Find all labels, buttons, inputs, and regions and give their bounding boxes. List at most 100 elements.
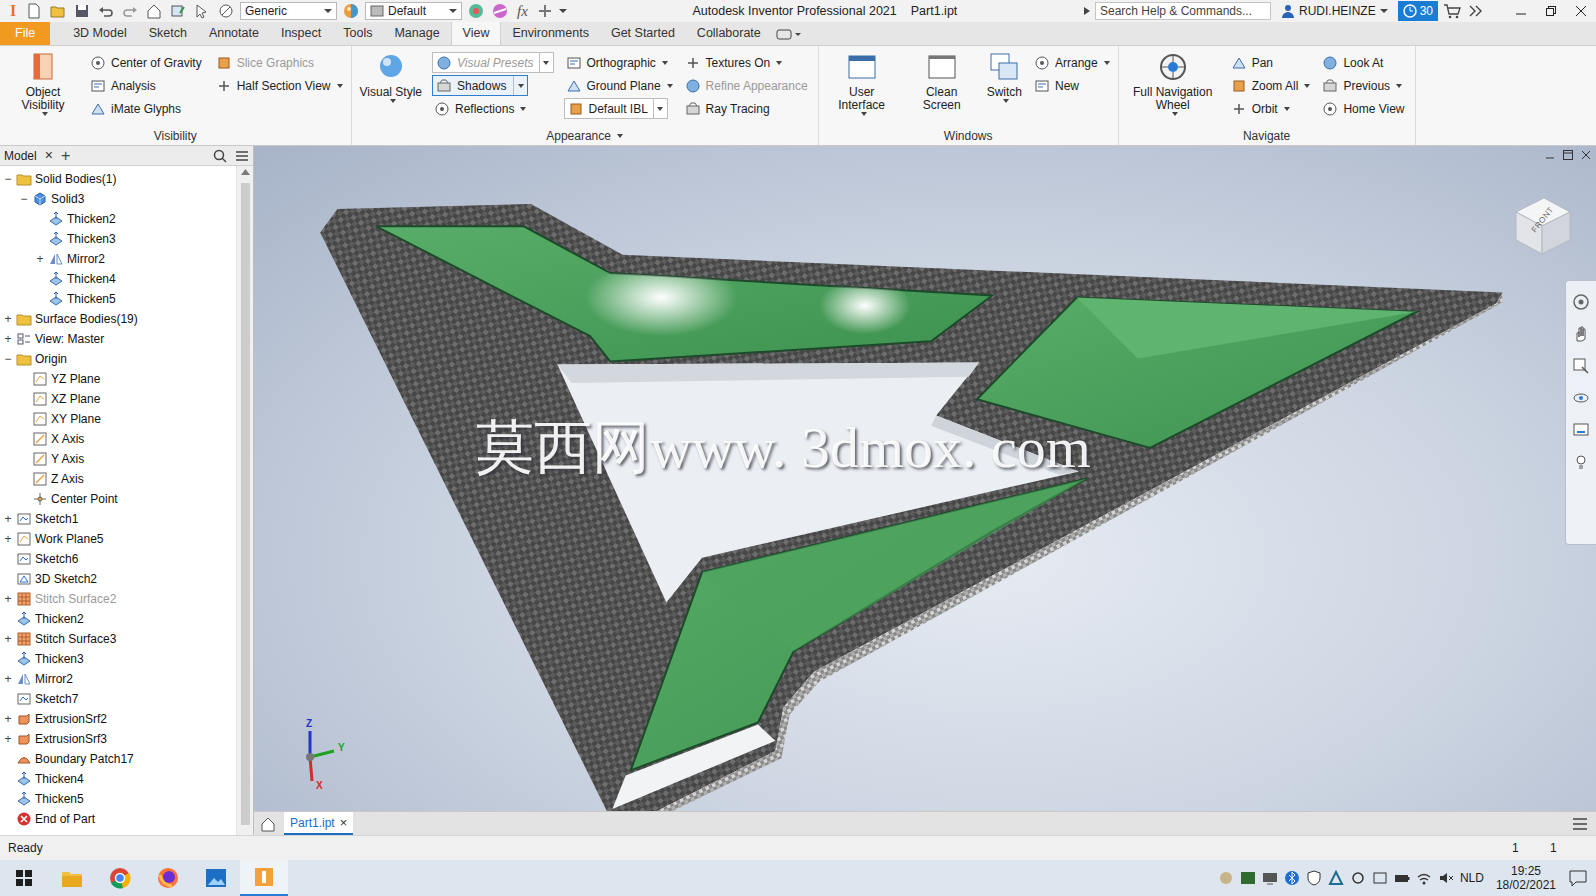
expand-toggle[interactable]: + [2, 593, 14, 605]
tree-item[interactable]: +Stitch Surface3 [0, 629, 236, 649]
pan-icon[interactable] [1572, 325, 1590, 343]
clock[interactable]: 19:2518/02/2021 [1490, 864, 1562, 892]
tree-item[interactable]: Thicken2 [0, 609, 236, 629]
browser-tab[interactable]: Model× [4, 145, 53, 166]
tree-item[interactable]: +Sketch1 [0, 509, 236, 529]
close-icon[interactable] [1580, 149, 1592, 161]
security-icon[interactable] [1306, 870, 1322, 886]
dropdown-arrow-icon[interactable] [518, 84, 524, 88]
save-icon[interactable] [72, 1, 92, 21]
ribbon-tab[interactable]: View [451, 22, 502, 45]
tree-item[interactable]: +Mirror2 [0, 249, 236, 269]
tree-item[interactable]: −Solid3 [0, 189, 236, 209]
dropdown-arrow-icon[interactable] [1003, 99, 1009, 103]
graphics-viewport[interactable]: FRONT ZYX [254, 146, 1596, 811]
tree-scrollbar[interactable] [236, 166, 253, 835]
tree-item[interactable]: Y Axis [0, 449, 236, 469]
redo-icon[interactable] [120, 1, 140, 21]
steering-wheel-icon[interactable] [1572, 293, 1590, 311]
dropdown-arrow-icon[interactable] [776, 61, 782, 65]
ribbon-button[interactable]: Full Navigation Wheel [1127, 51, 1219, 116]
restore-icon[interactable] [1562, 149, 1574, 161]
ribbon-button[interactable]: Object Visibility [8, 51, 78, 116]
expand-toggle[interactable]: + [2, 513, 14, 525]
dropdown-arrow-icon[interactable] [324, 9, 332, 13]
windows-logo-icon[interactable] [15, 869, 33, 887]
expand-toggle[interactable]: + [2, 713, 14, 725]
ribbon-button[interactable]: Half Section View [214, 74, 343, 97]
tree-item[interactable]: Thicken5 [0, 289, 236, 309]
user-menu[interactable]: RUDI.HEINZE [1275, 2, 1394, 20]
taskbar-app[interactable] [192, 860, 240, 896]
dropdown-arrow-icon[interactable] [1396, 84, 1402, 88]
new-file-icon[interactable] [24, 1, 44, 21]
appearance-select[interactable]: Default [365, 2, 462, 20]
ribbon-button[interactable]: iMate Glyphs [88, 97, 204, 120]
expand-toggle[interactable]: + [2, 633, 14, 645]
dropdown-arrow-icon[interactable] [657, 107, 663, 111]
subscription-badge[interactable]: 30 [1398, 1, 1438, 21]
taskbar-app[interactable] [96, 860, 144, 896]
expand-toggle[interactable]: + [2, 673, 14, 685]
ribbon-button[interactable]: Ground Plane [564, 74, 673, 97]
dropdown-arrow-icon[interactable] [337, 84, 343, 88]
close-icon[interactable] [1566, 0, 1596, 22]
dropdown-arrow-icon[interactable] [1304, 84, 1310, 88]
dropdown-arrow-icon[interactable] [662, 61, 668, 65]
viewcube[interactable]: FRONT [1508, 190, 1578, 260]
dropdown-arrow-icon[interactable] [1104, 61, 1110, 65]
scroll-up-icon[interactable] [241, 169, 250, 175]
firefox-icon[interactable] [157, 867, 179, 889]
dropdown-arrow-icon[interactable] [617, 134, 623, 138]
tree-item[interactable]: −Solid Bodies(1) [0, 169, 236, 189]
expand-toggle[interactable]: + [2, 733, 14, 745]
dropdown-arrow-icon[interactable] [449, 9, 457, 13]
tree-item[interactable]: +ExtrusionSrf3 [0, 729, 236, 749]
dropdown-arrow-icon[interactable] [559, 9, 567, 13]
expand-toggle[interactable]: − [18, 193, 30, 205]
dropdown-button[interactable] [539, 53, 553, 72]
ribbon-button[interactable]: Pan [1229, 51, 1311, 74]
minimize-icon[interactable] [1544, 149, 1556, 161]
ribbon-tab[interactable]: Sketch [138, 22, 198, 45]
tree-item[interactable]: Thicken4 [0, 769, 236, 789]
orbit-icon[interactable] [1572, 389, 1590, 407]
dropdown-button[interactable] [653, 99, 667, 118]
tree-item[interactable]: +Surface Bodies(19) [0, 309, 236, 329]
documents-menu-icon[interactable] [1572, 817, 1588, 831]
volume-muted-icon[interactable] [1438, 870, 1454, 886]
ribbon-button[interactable]: Textures On [683, 51, 810, 74]
tree-item[interactable]: XY Plane [0, 409, 236, 429]
menu-icon[interactable] [235, 150, 249, 162]
display-icon[interactable] [1262, 870, 1278, 886]
ribbon-button[interactable]: Orthographic [564, 51, 673, 74]
ribbon-tab[interactable]: Tools [332, 22, 383, 45]
ribbon-button[interactable]: Home View [1320, 97, 1406, 120]
ribbon-tab[interactable]: Get Started [600, 22, 686, 45]
search-field[interactable] [1095, 2, 1271, 20]
ribbon-button[interactable]: Arrange [1032, 51, 1110, 74]
ribbon-button[interactable]: Analysis [88, 74, 204, 97]
tree-item[interactable]: Sketch7 [0, 689, 236, 709]
ribbon-dropdown[interactable]: Shadows [432, 74, 553, 97]
tree-item[interactable]: Thicken4 [0, 269, 236, 289]
tree-item[interactable]: Thicken5 [0, 789, 236, 809]
ribbon-tab[interactable]: Manage [383, 22, 450, 45]
tree-item[interactable]: End of Part [0, 809, 236, 829]
look-at-icon[interactable] [1572, 421, 1590, 439]
ribbon-button[interactable]: Center of Gravity [88, 51, 204, 74]
ribbon-button[interactable]: Reflections [432, 97, 553, 120]
expand-icon[interactable] [1083, 6, 1091, 16]
add-icon[interactable] [535, 1, 555, 21]
light-icon[interactable] [1572, 453, 1590, 471]
ribbon-tab[interactable]: Annotate [198, 22, 270, 45]
undo-icon[interactable] [96, 1, 116, 21]
close-document-button[interactable]: × [340, 813, 348, 833]
expand-toggle[interactable]: + [2, 533, 14, 545]
taskbar-app[interactable] [48, 860, 96, 896]
tree-item[interactable]: +Work Plane5 [0, 529, 236, 549]
tree-item[interactable]: Center Point [0, 489, 236, 509]
ribbon-button[interactable]: Look At [1320, 51, 1406, 74]
tree-item[interactable]: Thicken2 [0, 209, 236, 229]
adjust-icon[interactable] [466, 1, 486, 21]
